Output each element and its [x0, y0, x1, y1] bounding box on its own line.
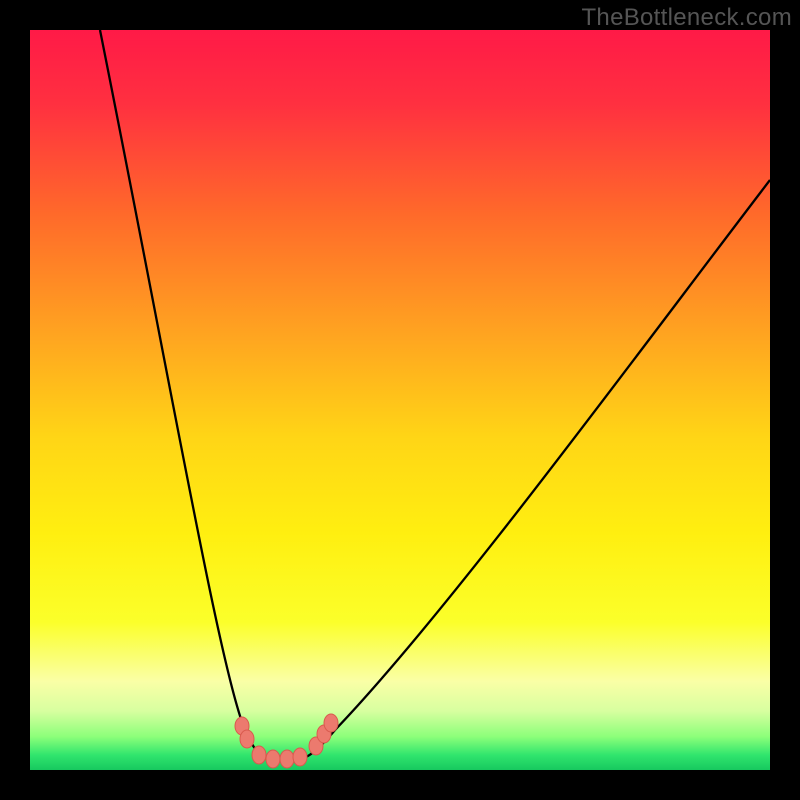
marker-dot: [240, 730, 254, 748]
marker-dot: [324, 714, 338, 732]
marker-dot: [280, 750, 294, 768]
marker-dot: [266, 750, 280, 768]
watermark-text: TheBottleneck.com: [581, 4, 792, 32]
marker-dot: [252, 746, 266, 764]
bottleneck-chart: [30, 30, 770, 770]
gradient-background: [30, 30, 770, 770]
chart-frame: TheBottleneck.com: [0, 0, 800, 800]
plot-area: [30, 30, 770, 770]
marker-dot: [293, 748, 307, 766]
